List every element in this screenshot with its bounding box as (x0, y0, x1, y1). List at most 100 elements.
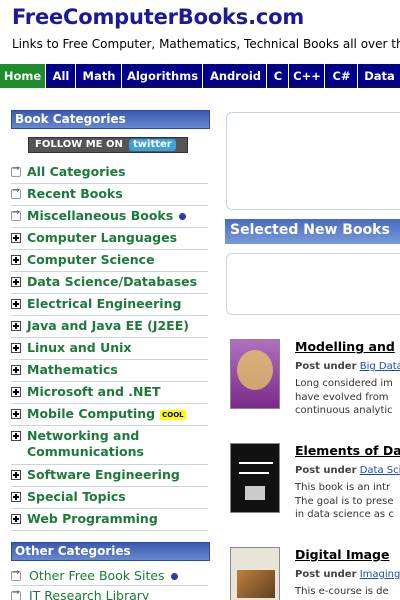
category-label[interactable]: Data Science/Databases (27, 273, 197, 291)
cover-graphic (245, 486, 265, 500)
expand-plus-icon[interactable] (11, 409, 21, 419)
book-posted-under: Post under Big Data (295, 361, 400, 372)
expand-plus-icon[interactable] (11, 255, 21, 265)
twitter-follow-button[interactable]: FOLLOW ME ON twitter (28, 137, 188, 153)
category-recent-books[interactable]: Recent Books (11, 184, 208, 206)
expand-plus-icon[interactable] (11, 431, 21, 441)
desc-line: Long considered im (295, 378, 393, 389)
cover-graphic (239, 462, 273, 464)
book-posted-under: Post under Data Scie (295, 465, 400, 476)
other-category-it-research-library[interactable]: IT Research Library (11, 586, 208, 600)
cover-graphic (237, 350, 273, 390)
nav-all[interactable]: All (47, 64, 76, 88)
other-category-label[interactable]: Other Free Book Sites (29, 567, 178, 585)
other-category-label[interactable]: IT Research Library (29, 587, 149, 600)
category-label[interactable]: Linux and Unix (27, 339, 132, 357)
twitter-logo: twitter (129, 139, 176, 151)
book-item: Elements of Da Post under Data Scie This… (226, 443, 400, 523)
category-label[interactable]: All Categories (27, 163, 126, 181)
category-label[interactable]: Electrical Engineering (27, 295, 181, 313)
nav-c[interactable]: C (268, 64, 289, 88)
arrow-icon (11, 568, 21, 581)
nav-math[interactable]: Math (77, 64, 122, 88)
category-label[interactable]: Mathematics (27, 361, 118, 379)
category-label[interactable]: Mobile Computing COOL (27, 405, 186, 423)
new-dot-icon (170, 573, 178, 580)
category-label[interactable]: Software Engineering (27, 466, 180, 484)
category-networking[interactable]: Networking and Communications (11, 426, 208, 465)
posted-under-label: Post under (295, 361, 357, 372)
other-category-free-book-sites[interactable]: Other Free Book Sites (11, 566, 208, 586)
category-linux-unix[interactable]: Linux and Unix (11, 338, 208, 360)
category-label[interactable]: Special Topics (27, 488, 126, 506)
book-cover[interactable] (230, 547, 280, 600)
expand-plus-icon[interactable] (11, 387, 21, 397)
category-label[interactable]: Recent Books (27, 185, 123, 203)
other-category-text[interactable]: Other Free Book Sites (29, 568, 165, 583)
desc-line: in data science as c (295, 509, 394, 520)
nav-cpp[interactable]: C++ (290, 64, 325, 88)
ad-box-2 (226, 253, 400, 315)
category-all-categories[interactable]: All Categories (11, 162, 208, 184)
expand-plus-icon[interactable] (11, 233, 21, 243)
category-software-engineering[interactable]: Software Engineering (11, 465, 208, 487)
expand-plus-icon[interactable] (11, 321, 21, 331)
category-mathematics[interactable]: Mathematics (11, 360, 208, 382)
category-java[interactable]: Java and Java EE (J2EE) (11, 316, 208, 338)
desc-line: continuous analytic (295, 405, 393, 416)
category-microsoft-net[interactable]: Microsoft and .NET (11, 382, 208, 404)
category-label[interactable]: Web Programming (27, 510, 158, 528)
arrow-icon (11, 588, 21, 600)
category-special-topics[interactable]: Special Topics (11, 487, 208, 509)
book-category-link[interactable]: Imaging F (360, 569, 400, 580)
book-title[interactable]: Digital Image (295, 547, 389, 562)
nav-data[interactable]: Data (359, 64, 400, 88)
site-title[interactable]: FreeComputerBooks.com (12, 5, 304, 29)
category-label[interactable]: Computer Languages (27, 229, 177, 247)
site-tagline: Links to Free Computer, Mathematics, Tec… (12, 37, 400, 51)
category-computer-languages[interactable]: Computer Languages (11, 228, 208, 250)
category-web-programming[interactable]: Web Programming (11, 509, 208, 531)
category-text[interactable]: Mobile Computing (27, 406, 155, 421)
book-title[interactable]: Modelling and (295, 339, 395, 354)
nav-android[interactable]: Android (205, 64, 267, 88)
nav-algorithms[interactable]: Algorithms (123, 64, 203, 88)
desc-line: This book is an intr (295, 482, 391, 493)
category-data-science[interactable]: Data Science/Databases (11, 272, 208, 294)
arrow-icon (11, 186, 21, 199)
category-text[interactable]: Miscellaneous Books (27, 208, 173, 223)
nav-csharp[interactable]: C# (326, 64, 358, 88)
category-computer-science[interactable]: Computer Science (11, 250, 208, 272)
nav-home[interactable]: Home (0, 64, 46, 88)
category-label-line2[interactable]: Communications (27, 443, 144, 461)
other-categories-title: Other Categories (15, 544, 131, 558)
category-label[interactable]: Java and Java EE (J2EE) (27, 317, 189, 335)
book-cover[interactable] (230, 339, 280, 409)
category-label[interactable]: Microsoft and .NET (27, 383, 161, 401)
new-dot-icon (179, 213, 187, 220)
expand-plus-icon[interactable] (11, 492, 21, 502)
category-electrical-engineering[interactable]: Electrical Engineering (11, 294, 208, 316)
expand-plus-icon[interactable] (11, 470, 21, 480)
expand-plus-icon[interactable] (11, 514, 21, 524)
category-label[interactable]: Miscellaneous Books (27, 207, 187, 225)
selected-new-books-title: Selected New Books (230, 222, 390, 238)
category-label[interactable]: Computer Science (27, 251, 155, 269)
expand-plus-icon[interactable] (11, 277, 21, 287)
arrow-icon (11, 164, 21, 177)
book-cover[interactable] (230, 443, 280, 513)
cover-graphic (239, 472, 269, 474)
category-mobile-computing[interactable]: Mobile Computing COOL (11, 404, 208, 426)
book-category-link[interactable]: Big Data (360, 361, 400, 372)
book-title[interactable]: Elements of Da (295, 443, 400, 458)
ad-box (226, 112, 400, 210)
book-category-link[interactable]: Data Scie (360, 465, 400, 476)
book-item: Digital Image Post under Imaging F This … (226, 547, 400, 600)
expand-plus-icon[interactable] (11, 299, 21, 309)
posted-under-label: Post under (295, 465, 357, 476)
expand-plus-icon[interactable] (11, 365, 21, 375)
desc-line: This e-course is de (295, 586, 389, 597)
category-miscellaneous-books[interactable]: Miscellaneous Books (11, 206, 208, 228)
book-description: This book is an intr The goal is to pres… (295, 481, 400, 522)
expand-plus-icon[interactable] (11, 343, 21, 353)
